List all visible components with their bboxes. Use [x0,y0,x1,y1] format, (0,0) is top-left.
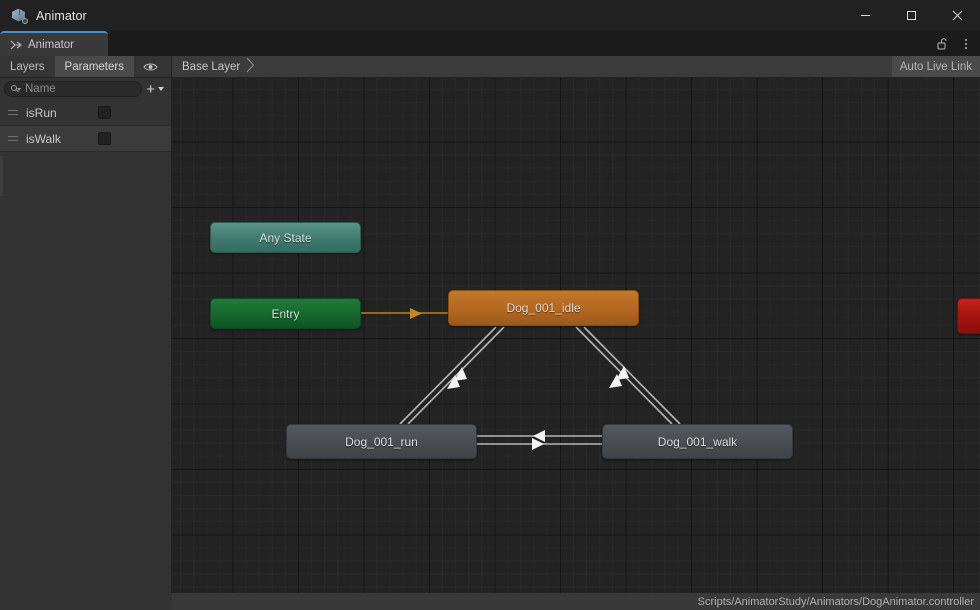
parameter-row-iswalk[interactable]: isWalk [0,126,171,152]
panel-footer [0,593,172,610]
tab-parameters[interactable]: Parameters [54,56,134,77]
status-bar: Scripts/AnimatorStudy/Animators/DogAnima… [172,593,980,610]
parameter-checkbox[interactable] [98,106,111,119]
window-controls [842,0,980,31]
tabstrip-actions [934,31,974,56]
animator-icon [10,39,22,51]
parameter-name: isWalk [26,131,61,146]
state-node-entry[interactable]: Entry [210,298,361,329]
kebab-menu-icon[interactable] [958,35,974,53]
tab-layers[interactable]: Layers [0,56,55,77]
drag-handle-icon[interactable] [8,136,18,141]
chevron-down-icon [158,87,164,91]
controller-path: Scripts/AnimatorStudy/Animators/DogAnima… [697,595,974,608]
parameter-row-isrun[interactable]: isRun [0,100,171,126]
state-node-exit[interactable]: Exit [957,298,980,334]
window-titlebar: Animator [0,0,980,31]
tab-parameters-label: Parameters [64,60,124,73]
panel-tabs: Layers Parameters [0,56,172,77]
search-input[interactable]: Name [4,81,143,97]
state-node-label: Any State [259,230,312,245]
auto-live-link-button[interactable]: Auto Live Link [891,56,980,77]
auto-live-link-label: Auto Live Link [899,60,972,73]
eye-icon[interactable] [134,56,168,77]
unity-cube-icon [11,8,28,24]
search-placeholder: Name [25,83,56,95]
tab-layers-label: Layers [10,60,45,73]
tab-animator-label: Animator [28,38,75,51]
animator-window: Animator Animator Layers Parameters Base… [0,0,980,610]
search-icon [11,84,21,94]
state-node-dog-001-idle[interactable]: Dog_001_idle [448,290,639,326]
panel-scrollbar[interactable] [0,156,3,196]
state-node-dog-001-run[interactable]: Dog_001_run [286,424,477,459]
add-parameter-button[interactable]: + [146,80,167,98]
parameter-checkbox[interactable] [98,132,111,145]
drag-handle-icon[interactable] [8,110,18,115]
state-node-any-state[interactable]: Any State [210,222,361,253]
state-node-label: Entry [271,306,300,321]
plus-icon: + [146,80,155,98]
editor-tabstrip: Animator [0,31,980,56]
breadcrumb-bar: Base Layer Auto Live Link [172,56,980,77]
parameter-name: isRun [26,105,57,120]
breadcrumb-chevron-icon [246,57,255,76]
maximize-button[interactable] [888,0,934,31]
unlocked-padlock-icon[interactable] [934,35,950,53]
parameters-panel: Name + isRun isWalk [0,78,172,610]
animator-toolbar: Layers Parameters Base Layer Auto Live L… [0,56,980,78]
breadcrumb-base-layer[interactable]: Base Layer [172,61,240,73]
transition-edges [361,308,681,450]
state-node-label: Dog_001_run [345,434,418,449]
state-machine-canvas[interactable]: Any State Entry Exit Dog_001_idle Dog_00… [172,78,980,593]
tab-animator[interactable]: Animator [0,31,108,56]
window-title: Animator [36,8,87,23]
minimize-button[interactable] [842,0,888,31]
close-button[interactable] [934,0,980,31]
state-node-label: Dog_001_idle [506,301,581,315]
parameter-search-row: Name + [0,78,171,100]
state-node-label: Dog_001_walk [657,434,738,449]
state-node-dog-001-walk[interactable]: Dog_001_walk [602,424,793,459]
